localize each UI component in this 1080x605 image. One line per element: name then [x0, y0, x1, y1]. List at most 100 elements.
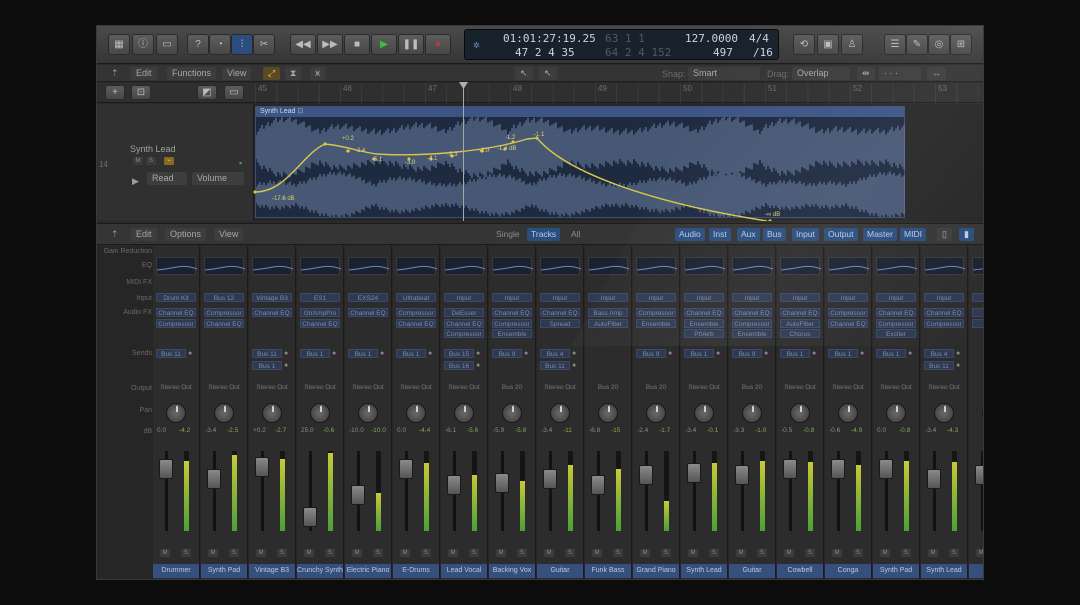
output-slot[interactable]: Stereo Out [540, 383, 580, 392]
mute-button[interactable]: M [160, 549, 170, 557]
fader-cap[interactable] [399, 458, 413, 479]
send-slot[interactable]: Bus 1 [252, 361, 282, 370]
fader-cap[interactable] [351, 485, 365, 505]
audio-fx-slot[interactable]: Channel EQ [300, 318, 340, 328]
audio-fx-slot[interactable]: Channel EQ [684, 308, 724, 317]
mute-button[interactable]: M [256, 549, 266, 557]
mute-button[interactable]: M [592, 549, 602, 557]
mute-button[interactable]: M [496, 549, 506, 557]
eq-thumbnail[interactable] [348, 257, 390, 275]
list-editors-icon[interactable]: ☰ [884, 34, 906, 55]
channel-name[interactable]: Conga [825, 564, 871, 578]
pan-knob[interactable] [790, 403, 810, 423]
send-knob-icon[interactable]: ● [428, 350, 432, 357]
narrow-strips-icon[interactable]: ▯ [937, 228, 952, 241]
send-knob-icon[interactable]: ● [332, 350, 336, 357]
pan-knob[interactable] [262, 403, 282, 423]
tempo-readout[interactable]: 127.0000 [685, 32, 738, 45]
fader-cap[interactable] [735, 465, 749, 485]
audio-fx-slot[interactable]: Channel EQ [876, 308, 916, 317]
fader-cap[interactable] [255, 457, 269, 477]
audio-fx-slot[interactable]: Channel EQ [540, 308, 580, 317]
solo-button[interactable]: S [757, 549, 767, 557]
audio-fx-slot[interactable]: Channel EQ [204, 318, 244, 328]
mixer-edit-menu[interactable]: Edit [131, 228, 157, 241]
gear-icon[interactable]: ✲ [473, 38, 480, 51]
audio-fx-slot[interactable]: Ensemble [732, 329, 772, 338]
input-slot[interactable]: Vintage B3 [252, 293, 292, 302]
mixer-view-menu[interactable]: View [214, 228, 244, 241]
output-slot[interactable]: Bus 20 [732, 383, 772, 392]
catch-icon[interactable]: ⤢ [263, 67, 281, 80]
functions-menu[interactable]: Functions [167, 67, 217, 80]
volume-readout[interactable]: -3.4 [541, 427, 552, 434]
playhead[interactable] [463, 82, 464, 221]
transport-display[interactable]: ✲ 01:01:27:19.25 63 1 1 47 2 4 35 64 2 4… [464, 29, 779, 60]
audio-fx-slot[interactable]: Channel EQ [444, 318, 484, 328]
eq-thumbnail[interactable] [444, 257, 486, 275]
solo-button[interactable]: S [229, 549, 239, 557]
edit-menu[interactable]: Edit [131, 67, 157, 80]
pan-knob[interactable] [406, 403, 426, 423]
audio-fx-slot[interactable]: Compressor [444, 329, 484, 338]
channel-name[interactable]: Guitar [729, 564, 775, 578]
quick-help-icon[interactable]: ? [187, 34, 209, 55]
view-menu[interactable]: View [222, 67, 252, 80]
play-icon[interactable]: ▶ [371, 34, 397, 55]
stop-icon[interactable]: ■ [344, 34, 370, 55]
vertical-zoom-icon[interactable]: ↔ [927, 67, 946, 80]
fader-cap[interactable] [831, 458, 845, 479]
pan-knob[interactable] [598, 403, 618, 423]
fader-cap[interactable] [591, 474, 605, 495]
audio-fx-slot[interactable]: Compressor [732, 318, 772, 328]
output-slot[interactable]: Stereo Out [204, 383, 244, 392]
input-slot[interactable]: Input [636, 293, 676, 302]
volume-readout[interactable]: -0.5 [781, 427, 792, 434]
flex-icon[interactable]: ⧗ [285, 67, 302, 80]
record-icon[interactable]: ● [425, 34, 451, 55]
solo-button[interactable]: S [517, 549, 527, 557]
eq-thumbnail[interactable] [588, 257, 630, 275]
audio-fx-slot[interactable]: C [972, 308, 983, 317]
mixer-mode-all[interactable]: All [567, 228, 584, 241]
pan-knob[interactable] [502, 403, 522, 423]
eq-thumbnail[interactable] [972, 257, 983, 275]
drag-select[interactable]: Overlap [792, 67, 850, 80]
mute-button[interactable]: M [544, 549, 554, 557]
volume-readout[interactable]: -10.0 [349, 427, 364, 434]
fader-track[interactable] [213, 451, 216, 531]
channel-name[interactable]: Synth Lead [681, 564, 727, 578]
send-knob-icon[interactable]: ● [908, 350, 912, 357]
input-slot[interactable]: Input [588, 293, 628, 302]
input-slot[interactable]: EXS24 [348, 293, 388, 302]
pan-knob[interactable] [886, 403, 906, 423]
audio-fx-slot[interactable]: Compressor [396, 308, 436, 317]
audio-fx-slot[interactable]: Chorus [780, 329, 820, 338]
send-slot[interactable]: Bus 4 [540, 349, 570, 358]
volume-readout[interactable]: -6.8 [589, 427, 600, 434]
input-slot[interactable]: ES1 [300, 293, 340, 302]
time-signature[interactable]: 4/4 [749, 32, 769, 45]
fader-track[interactable] [645, 451, 648, 531]
mute-button[interactable]: M [352, 549, 362, 557]
fast-forward-icon[interactable]: ▶▶ [317, 34, 343, 55]
snap-select[interactable]: Smart [688, 67, 760, 80]
mute-button[interactable]: M [736, 549, 746, 557]
pencil-tool-icon[interactable]: ↖ [539, 67, 557, 80]
channel-name[interactable]: Synth Pad [873, 564, 919, 578]
send-slot[interactable]: Bus 1 [828, 349, 858, 358]
solo-button[interactable]: S [805, 549, 815, 557]
waveform-zoom-icon[interactable]: ⩙ [310, 67, 326, 80]
send-knob-icon[interactable]: ● [860, 350, 864, 357]
automation-node[interactable] [323, 142, 327, 146]
audio-fx-slot[interactable]: Channel EQ [156, 308, 196, 317]
mixer-mode-tracks[interactable]: Tracks [527, 228, 561, 241]
pan-knob[interactable] [310, 403, 330, 423]
audio-fx-slot[interactable]: DeEsser [444, 308, 484, 317]
add-track-icon[interactable]: + [105, 85, 125, 100]
mute-button[interactable]: M [880, 549, 890, 557]
eq-thumbnail[interactable] [732, 257, 774, 275]
pause-icon[interactable]: ❚❚ [398, 34, 424, 55]
pan-knob[interactable] [454, 403, 474, 423]
mute-button[interactable]: M [640, 549, 650, 557]
